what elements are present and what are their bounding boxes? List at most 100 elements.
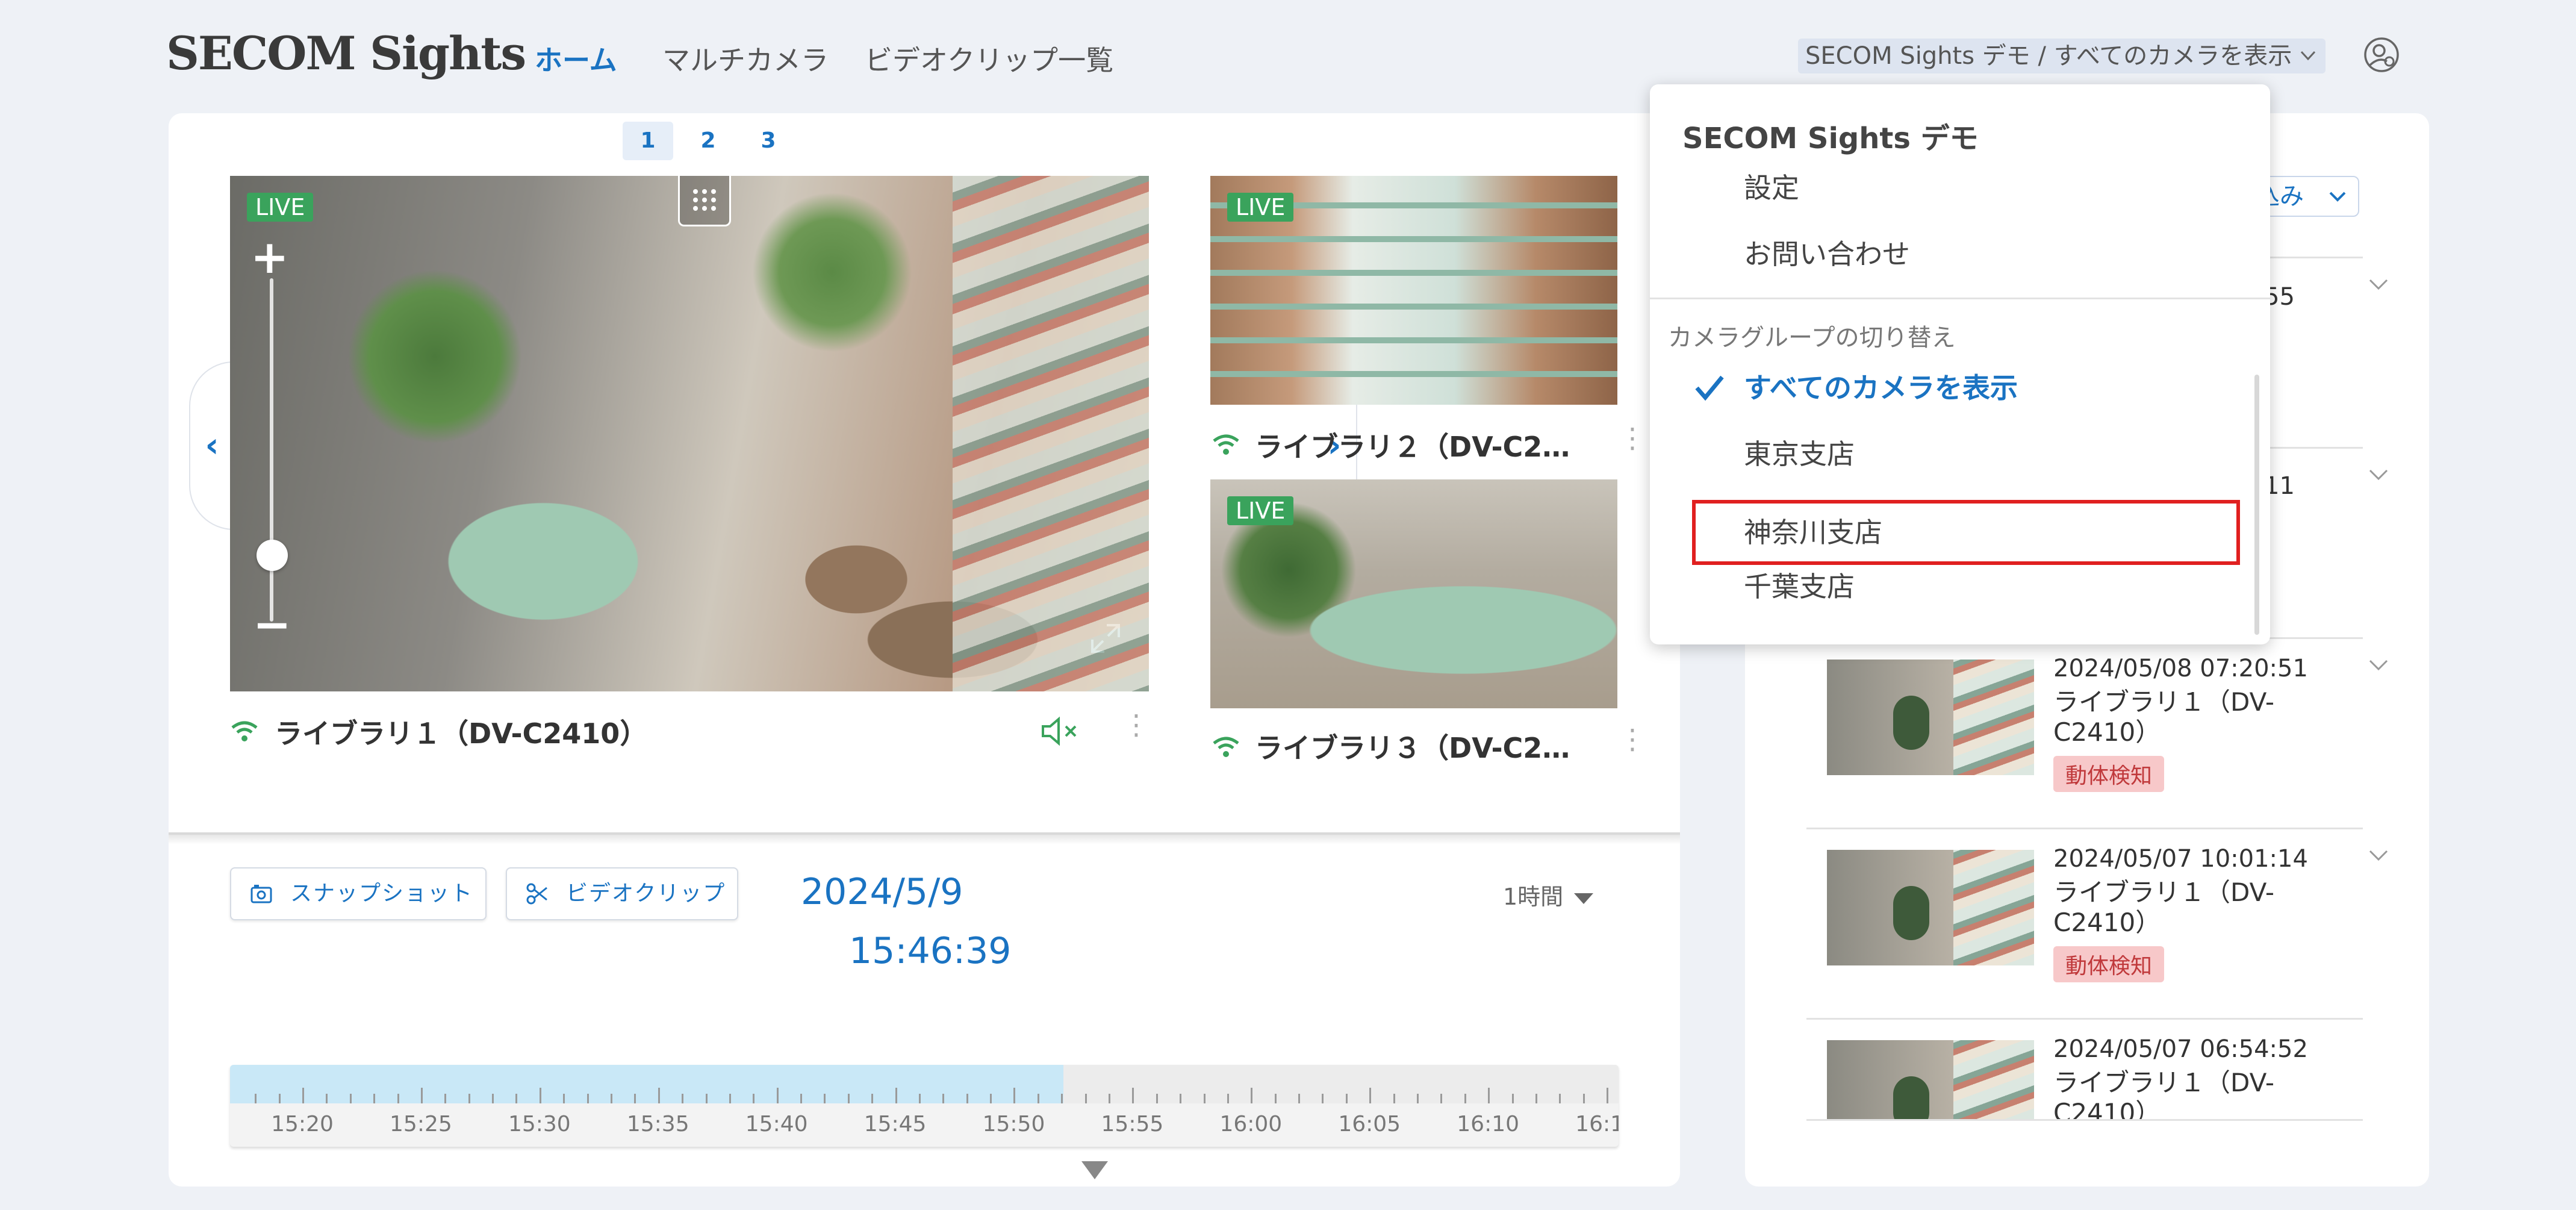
chevron-down-icon[interactable]	[2366, 272, 2391, 296]
timeline-bar[interactable]: 15:20 15:25 15:30 15:35 15:40 15:45 15:50 15:55…	[230, 1065, 1619, 1147]
event-time: 2024/05/07 06:54:52	[2053, 1035, 2308, 1063]
camera-menu-icon[interactable]: ⋮	[1619, 424, 1646, 452]
menu-item-tokyo[interactable]: 東京支店	[1650, 422, 2246, 487]
event-thumbnail[interactable]	[1827, 850, 2034, 965]
timeline-tick	[373, 1094, 376, 1103]
snapshot-button[interactable]: スナップショット	[230, 867, 487, 920]
timeline-tick	[990, 1094, 992, 1103]
user-settings-icon[interactable]	[2363, 36, 2400, 73]
timeline-tick	[1607, 1088, 1609, 1103]
timeline-tick	[776, 1088, 779, 1103]
camera-feed-library-2[interactable]: LIVE	[1210, 176, 1617, 405]
zoom-in-icon[interactable]: +	[250, 230, 289, 284]
timeline-tick	[682, 1094, 684, 1103]
camera-group-select[interactable]: SECOM Sights デモ / すべてのカメラを表示	[1798, 39, 2326, 73]
timeline-tick	[1464, 1094, 1466, 1103]
event-camera: ライブラリ１（DV-C2410）	[2053, 1068, 2275, 1119]
zoom-out-icon[interactable]: −	[253, 597, 291, 651]
scissors-icon	[526, 883, 547, 905]
timeline-tick-label: 15:35	[626, 1112, 689, 1137]
dropdown-divider	[1650, 298, 2270, 299]
timeline-tick	[1013, 1088, 1016, 1103]
expand-icon[interactable]	[1089, 622, 1122, 655]
current-position-marker[interactable]	[1081, 1161, 1108, 1179]
main-camera-feed[interactable]: LIVE + −	[230, 176, 1149, 691]
timeline-tick	[468, 1094, 470, 1103]
prev-camera-button[interactable]: ‹	[189, 361, 234, 530]
camera-group-dropdown: SECOM Sights デモ 設定 お問い合わせ カメラグループの切り替え す…	[1650, 84, 2270, 644]
camera-feed-library-3[interactable]: LIVE	[1210, 479, 1617, 708]
timeline-tick	[1251, 1088, 1253, 1103]
event-tag: 動体検知	[2053, 946, 2165, 982]
timeline-tick	[966, 1094, 968, 1103]
grid-layout-icon[interactable]	[678, 176, 731, 226]
speaker-muted-icon[interactable]	[1041, 716, 1083, 747]
event-camera: ライブラリ１（DV-C2410）	[2053, 687, 2275, 747]
event-item[interactable]: 2024/05/08 07:20:51 ライブラリ１（DV-C2410） 動体検…	[1806, 637, 2388, 828]
timeline-tick	[729, 1094, 731, 1103]
timeline-tick	[942, 1094, 945, 1103]
timeline-tick	[302, 1088, 304, 1103]
timeline-tick	[1061, 1094, 1063, 1103]
page-1[interactable]: 1	[623, 122, 673, 160]
chevron-down-icon[interactable]	[2366, 843, 2391, 867]
checkmark-icon	[1695, 375, 1724, 401]
camera-menu-icon[interactable]: ⋮	[1619, 725, 1646, 753]
section-divider	[169, 832, 1680, 844]
recorded-range	[230, 1065, 1063, 1103]
timeline-tick	[658, 1088, 660, 1103]
list-bottom-divider	[1806, 1119, 2363, 1121]
timeline-tick	[918, 1094, 921, 1103]
timeline-tick	[1109, 1094, 1111, 1103]
timeline-tick-label: 15:40	[745, 1112, 808, 1137]
menu-item-settings[interactable]: 設定	[1650, 155, 2246, 220]
timeline-tick	[1132, 1088, 1134, 1103]
dropdown-scrollbar[interactable]	[2254, 375, 2259, 635]
timeline-tick-label: 15:45	[863, 1112, 927, 1137]
chevron-down-icon[interactable]	[2366, 652, 2391, 676]
nav-video-clips[interactable]: ビデオクリップ一覧	[865, 39, 1113, 78]
snapshot-label: スナップショット	[290, 881, 474, 906]
timeline-tick-label: 15:50	[982, 1112, 1045, 1137]
event-thumbnail[interactable]	[1827, 1040, 2034, 1119]
timeline-tick-label: 16:10	[1457, 1112, 1520, 1137]
event-item[interactable]: 2024/05/07 06:54:52 ライブラリ１（DV-C2410）	[1806, 1018, 2363, 1119]
zoom-slider-handle[interactable]	[257, 540, 288, 571]
videoclip-label: ビデオクリップ	[566, 881, 726, 906]
timeline-tick-label: 15:25	[390, 1112, 452, 1137]
nav-multi-camera[interactable]: マルチカメラ	[662, 39, 829, 78]
page-2[interactable]: 2	[683, 122, 733, 160]
main-camera-menu-icon[interactable]: ⋮	[1122, 711, 1150, 738]
timeline-tick	[492, 1094, 494, 1103]
timeline-tick	[800, 1094, 803, 1103]
event-item[interactable]: 2024/05/07 10:01:14 ライブラリ１（DV-C2410） 動体検…	[1806, 828, 2388, 1018]
menu-item-all-cameras[interactable]: すべてのカメラを表示	[1650, 355, 2246, 420]
menu-item-label: すべてのカメラを表示	[1744, 372, 2018, 404]
timeline-tick	[1203, 1094, 1206, 1103]
timeline-tick	[1488, 1088, 1490, 1103]
time-range-label: 1時間	[1503, 884, 1564, 910]
timeline-tick	[753, 1094, 755, 1103]
event-thumbnail[interactable]	[1827, 660, 2034, 775]
page-3[interactable]: 3	[743, 122, 794, 160]
timeline-tick-label: 16:00	[1219, 1112, 1283, 1137]
nav-home[interactable]: ホーム	[535, 39, 617, 78]
timeline-tick	[1180, 1094, 1182, 1103]
app-logo[interactable]: SECOM Sights	[166, 27, 526, 80]
timeline-tick	[1322, 1094, 1324, 1103]
chevron-down-icon[interactable]	[2366, 462, 2391, 486]
timeline-tick	[1227, 1094, 1229, 1103]
menu-item-contact[interactable]: お問い合わせ	[1650, 222, 2246, 287]
timeline-tick	[444, 1094, 447, 1103]
dropdown-org-title: SECOM Sights デモ	[1682, 122, 1979, 155]
time-range-select[interactable]: 1時間	[1503, 878, 1594, 911]
videoclip-button[interactable]: ビデオクリップ	[506, 867, 738, 920]
timeline-tick	[1393, 1094, 1395, 1103]
timeline-tick	[634, 1094, 636, 1103]
timeline-tick-label: 16:15	[1575, 1112, 1619, 1137]
menu-item-chiba[interactable]: 千葉支店	[1650, 554, 2246, 619]
wifi-icon	[1213, 737, 1239, 757]
event-time: 2024/05/07 10:01:14	[2053, 845, 2308, 873]
timeline-tick	[1298, 1094, 1301, 1103]
event-camera: ライブラリ１（DV-C2410）	[2053, 878, 2275, 937]
